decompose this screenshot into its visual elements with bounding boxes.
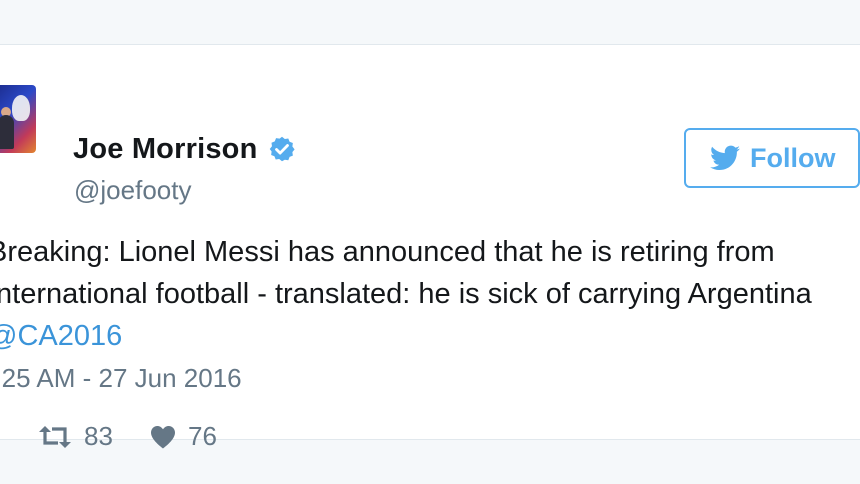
tweet-text-line-2: International football - translated: he … <box>0 278 812 310</box>
mention-link[interactable]: @CA2016 <box>0 320 122 352</box>
tweet-text: Breaking: Lionel Messi has announced tha… <box>0 231 860 357</box>
reply-button[interactable] <box>0 426 2 448</box>
author-display-name[interactable]: Joe Morrison <box>73 133 258 166</box>
tweet-text-line-1: Breaking: Lionel Messi has announced tha… <box>0 236 775 268</box>
retweet-icon <box>39 425 71 448</box>
like-count: 76 <box>188 421 217 451</box>
verified-badge-icon <box>269 136 295 162</box>
tweet-timestamp[interactable]: 1:25 AM - 27 Jun 2016 <box>0 363 242 394</box>
tweet-actions: 83 76 <box>0 417 217 457</box>
retweet-button[interactable]: 83 <box>38 421 113 452</box>
avatar[interactable] <box>0 85 36 153</box>
like-button[interactable]: 76 <box>150 421 217 452</box>
retweet-count: 83 <box>84 421 113 451</box>
page: Joe Morrison @joefooty Follow Breaking: … <box>0 0 860 484</box>
follow-button[interactable]: Follow <box>684 128 860 188</box>
author-name-row: Joe Morrison <box>73 129 296 169</box>
follow-button-label: Follow <box>750 142 836 173</box>
twitter-bird-icon <box>710 145 740 170</box>
euro-trophy-logo <box>12 95 30 121</box>
avatar-person-body <box>0 115 14 149</box>
heart-icon <box>151 425 175 448</box>
tweet-card: Joe Morrison @joefooty Follow Breaking: … <box>0 44 860 451</box>
reply-icon <box>0 426 2 448</box>
author-handle[interactable]: @joefooty <box>74 175 191 206</box>
